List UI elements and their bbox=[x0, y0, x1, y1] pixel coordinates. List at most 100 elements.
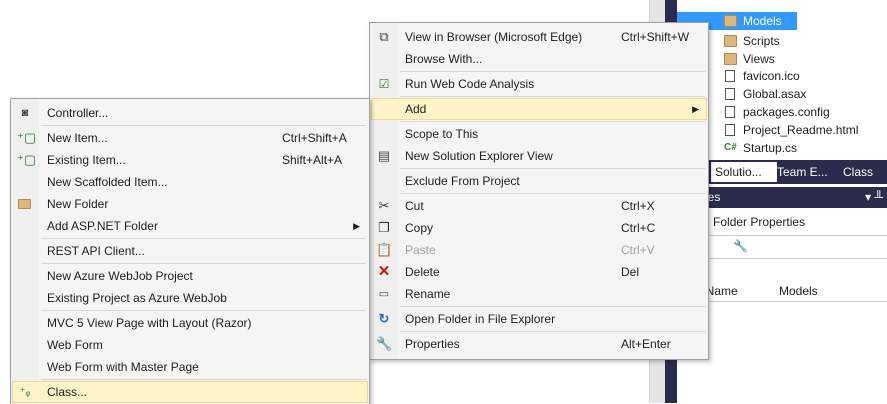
properties-object: els Folder Properties bbox=[693, 215, 805, 229]
menu-item-label: Controller... bbox=[47, 106, 109, 120]
menu-item-label: Delete bbox=[405, 265, 440, 279]
submenu-item-new-folder[interactable]: New Folder bbox=[12, 193, 368, 215]
menu-item-add[interactable]: Add ▶ bbox=[371, 98, 707, 120]
menu-item-label: Properties bbox=[405, 337, 460, 351]
submenu-item-web-form[interactable]: Web Form bbox=[12, 334, 368, 356]
paste-icon: 📋 bbox=[376, 242, 393, 257]
file-icon bbox=[725, 124, 735, 136]
menu-item-label: New Scaffolded Item... bbox=[47, 175, 168, 189]
menu-item-label: New Folder bbox=[47, 197, 109, 211]
context-menu: ⧉ View in Browser (Microsoft Edge) Ctrl+… bbox=[369, 22, 709, 360]
submenu-item-existing-item[interactable]: ⁺▢ Existing Item... Shift+Alt+A bbox=[12, 149, 368, 171]
copy-icon: ❐ bbox=[378, 220, 390, 235]
menu-item-label: Class... bbox=[47, 385, 88, 399]
file-icon bbox=[725, 88, 735, 100]
submenu-item-new-azure-webjob-project[interactable]: New Azure WebJob Project bbox=[12, 265, 368, 287]
submenu-item-controller[interactable]: ◙ Controller... bbox=[12, 102, 368, 124]
menu-item-label: Rename bbox=[405, 287, 451, 301]
code-analysis-icon: ☑ bbox=[378, 77, 390, 91]
open-folder-arrow-icon: ↻ bbox=[378, 311, 390, 326]
menu-item-view-in-browser[interactable]: ⧉ View in Browser (Microsoft Edge) Ctrl+… bbox=[371, 26, 707, 48]
menu-item-properties[interactable]: 🔧 Properties Alt+Enter bbox=[371, 333, 707, 355]
menu-separator bbox=[400, 306, 705, 307]
menu-item-exclude-from-project[interactable]: Exclude From Project bbox=[371, 170, 707, 192]
menu-item-browse-with[interactable]: Browse With... bbox=[371, 48, 707, 70]
menu-item-rename[interactable]: ▭ Rename bbox=[371, 283, 707, 305]
menu-item-label: Run Web Code Analysis bbox=[405, 77, 535, 91]
menu-item-label: Cut bbox=[405, 199, 424, 213]
menu-item-delete[interactable]: ✕ Delete Del bbox=[371, 261, 707, 283]
tree-item-label: Scripts bbox=[743, 34, 780, 48]
menu-item-label: View in Browser (Microsoft Edge) bbox=[405, 30, 583, 44]
tree-item-label: Startup.cs bbox=[743, 141, 798, 155]
object-type: Folder Properties bbox=[713, 215, 806, 229]
menu-item-label: Existing Project as Azure WebJob bbox=[47, 291, 227, 305]
menu-item-label: New Item... bbox=[47, 131, 108, 145]
submenu-arrow-icon: ▶ bbox=[353, 221, 360, 231]
menu-item-run-web-code-analysis[interactable]: ☑ Run Web Code Analysis bbox=[371, 73, 707, 95]
menu-item-shortcut: Alt+Enter bbox=[621, 337, 671, 351]
menu-item-label: Add ASP.NET Folder bbox=[47, 219, 158, 233]
submenu-item-new-scaffolded-item[interactable]: New Scaffolded Item... bbox=[12, 171, 368, 193]
menu-item-shortcut: Del bbox=[621, 265, 640, 279]
menu-item-new-solution-explorer-view[interactable]: ▤ New Solution Explorer View bbox=[371, 145, 707, 167]
menu-separator bbox=[41, 310, 366, 311]
submenu-item-new-item[interactable]: ⁺▢ New Item... Ctrl+Shift+A bbox=[12, 127, 368, 149]
menu-item-label: MVC 5 View Page with Layout (Razor) bbox=[47, 316, 252, 330]
pin-icon[interactable]: ▾ ╨ bbox=[865, 187, 883, 208]
submenu-item-web-form-with-master-page[interactable]: Web Form with Master Page bbox=[12, 356, 368, 378]
existing-item-icon: ⁺▢ bbox=[17, 152, 37, 167]
menu-item-label: Browse With... bbox=[405, 52, 483, 66]
menu-item-label: Existing Item... bbox=[47, 153, 126, 167]
menu-separator bbox=[41, 238, 366, 239]
menu-item-label: Exclude From Project bbox=[405, 174, 520, 188]
property-value[interactable]: Models bbox=[779, 284, 818, 298]
menu-item-shortcut: Ctrl+X bbox=[621, 199, 655, 213]
folder-icon bbox=[724, 35, 737, 47]
tree-item-label: Views bbox=[743, 52, 775, 66]
menu-separator bbox=[400, 121, 705, 122]
menu-separator bbox=[400, 71, 705, 72]
menu-item-cut[interactable]: ✂ Cut Ctrl+X bbox=[371, 195, 707, 217]
solution-explorer-view-icon: ▤ bbox=[377, 148, 391, 163]
folder-icon bbox=[724, 53, 737, 65]
submenu-item-add-aspnet-folder[interactable]: Add ASP.NET Folder ▶ bbox=[12, 215, 368, 237]
rename-icon: ▭ bbox=[378, 288, 390, 300]
tab-class-view[interactable]: Class bbox=[839, 162, 887, 182]
menu-item-label: Web Form with Master Page bbox=[47, 360, 199, 374]
tree-item-label: Project_Readme.html bbox=[743, 123, 859, 137]
menu-item-label: Scope to This bbox=[405, 127, 479, 141]
menu-item-scope-to-this[interactable]: Scope to This bbox=[371, 123, 707, 145]
menu-item-shortcut: Ctrl+C bbox=[621, 221, 656, 235]
menu-item-label: New Solution Explorer View bbox=[405, 149, 553, 163]
menu-item-open-folder-in-file-explorer[interactable]: ↻ Open Folder in File Explorer bbox=[371, 308, 707, 330]
menu-separator bbox=[400, 193, 705, 194]
tab-team-explorer[interactable]: Team E... bbox=[773, 162, 843, 182]
menu-item-label: Open Folder in File Explorer bbox=[405, 312, 556, 326]
tab-solution-explorer[interactable]: Solutio... bbox=[711, 162, 777, 182]
menu-item-copy[interactable]: ❐ Copy Ctrl+C bbox=[371, 217, 707, 239]
menu-separator bbox=[41, 379, 366, 380]
menu-item-shortcut: Shift+Alt+A bbox=[282, 153, 343, 167]
wrench-icon[interactable]: 🔧 bbox=[733, 239, 748, 253]
submenu-item-class[interactable]: ⁺ᵩ Class... bbox=[12, 381, 368, 403]
scissors-icon: ✂ bbox=[378, 198, 390, 213]
menu-item-label: Web Form bbox=[47, 338, 103, 352]
menu-item-paste[interactable]: 📋 Paste Ctrl+V bbox=[371, 239, 707, 261]
tree-item-label: Global.asax bbox=[743, 87, 807, 101]
submenu-item-mvc5-view-page[interactable]: MVC 5 View Page with Layout (Razor) bbox=[12, 312, 368, 334]
wrench-icon: 🔧 bbox=[376, 336, 393, 351]
delete-x-icon: ✕ bbox=[377, 263, 391, 280]
submenu-item-existing-project-as-azure-webjob[interactable]: Existing Project as Azure WebJob bbox=[12, 287, 368, 309]
menu-item-shortcut: Ctrl+V bbox=[621, 243, 655, 257]
folder-icon bbox=[724, 15, 737, 27]
controller-icon: ◙ bbox=[21, 107, 29, 119]
new-item-icon: ⁺▢ bbox=[17, 130, 37, 145]
submenu-item-rest-api-client[interactable]: REST API Client... bbox=[12, 240, 368, 262]
browser-icon: ⧉ bbox=[379, 29, 389, 44]
tree-item-label: packages.config bbox=[743, 105, 830, 119]
add-class-icon: ⁺ᵩ bbox=[19, 386, 31, 398]
menu-item-label: REST API Client... bbox=[47, 244, 145, 258]
menu-separator bbox=[400, 168, 705, 169]
file-icon bbox=[725, 70, 735, 82]
